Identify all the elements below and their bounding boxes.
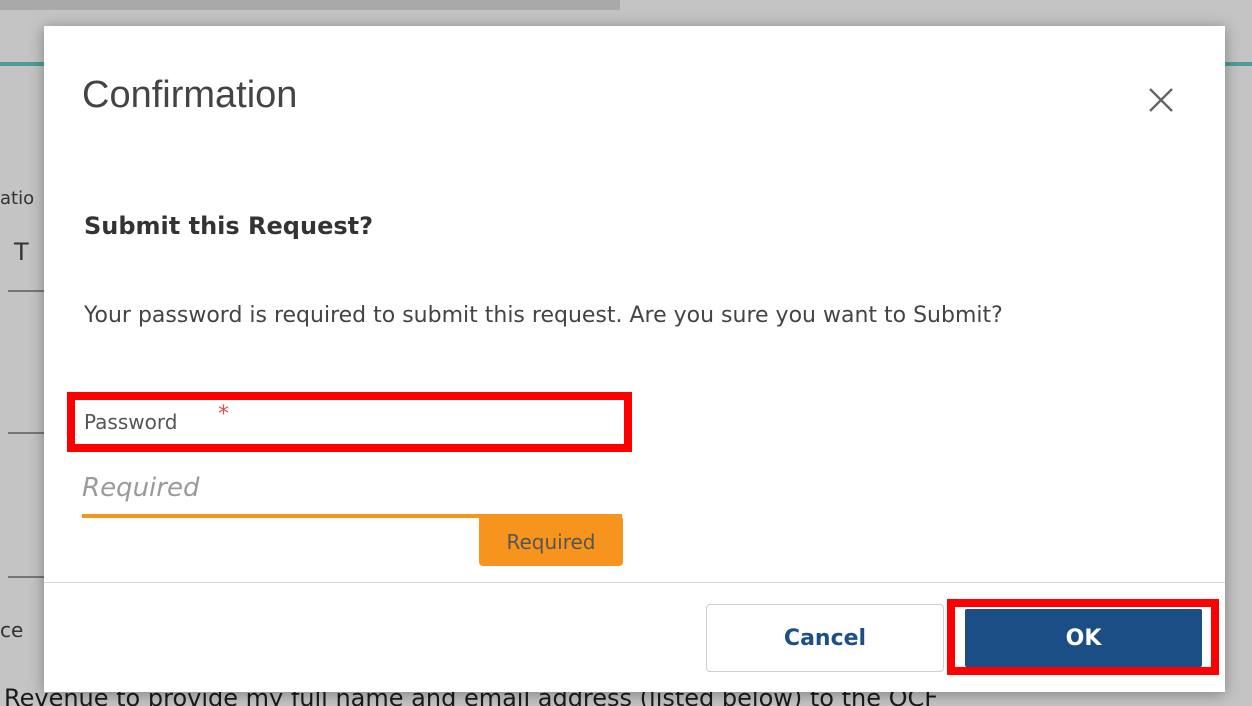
dialog-title: Confirmation <box>82 74 298 116</box>
footer-divider <box>44 582 1225 583</box>
dialog-subheading: Submit this Request? <box>84 212 374 240</box>
confirmation-dialog: Confirmation Submit this Request? Your p… <box>44 26 1225 692</box>
dialog-message: Your password is required to submit this… <box>84 303 1003 328</box>
background-divider <box>8 432 44 434</box>
cancel-button[interactable]: Cancel <box>706 604 944 672</box>
background-divider <box>8 290 44 292</box>
close-icon <box>1149 88 1173 112</box>
required-asterisk: * <box>218 402 229 427</box>
password-input[interactable] <box>82 462 622 518</box>
background-header-shade <box>0 0 620 10</box>
background-partial-label: atio <box>0 188 35 209</box>
background-divider <box>8 576 44 578</box>
close-button[interactable] <box>1139 78 1183 122</box>
validation-badge: Required <box>479 518 623 566</box>
background-partial-label-2: ce <box>0 618 24 642</box>
background-partial-field: T <box>14 238 29 266</box>
password-label: Password <box>84 410 178 434</box>
ok-button[interactable]: OK <box>965 609 1202 667</box>
